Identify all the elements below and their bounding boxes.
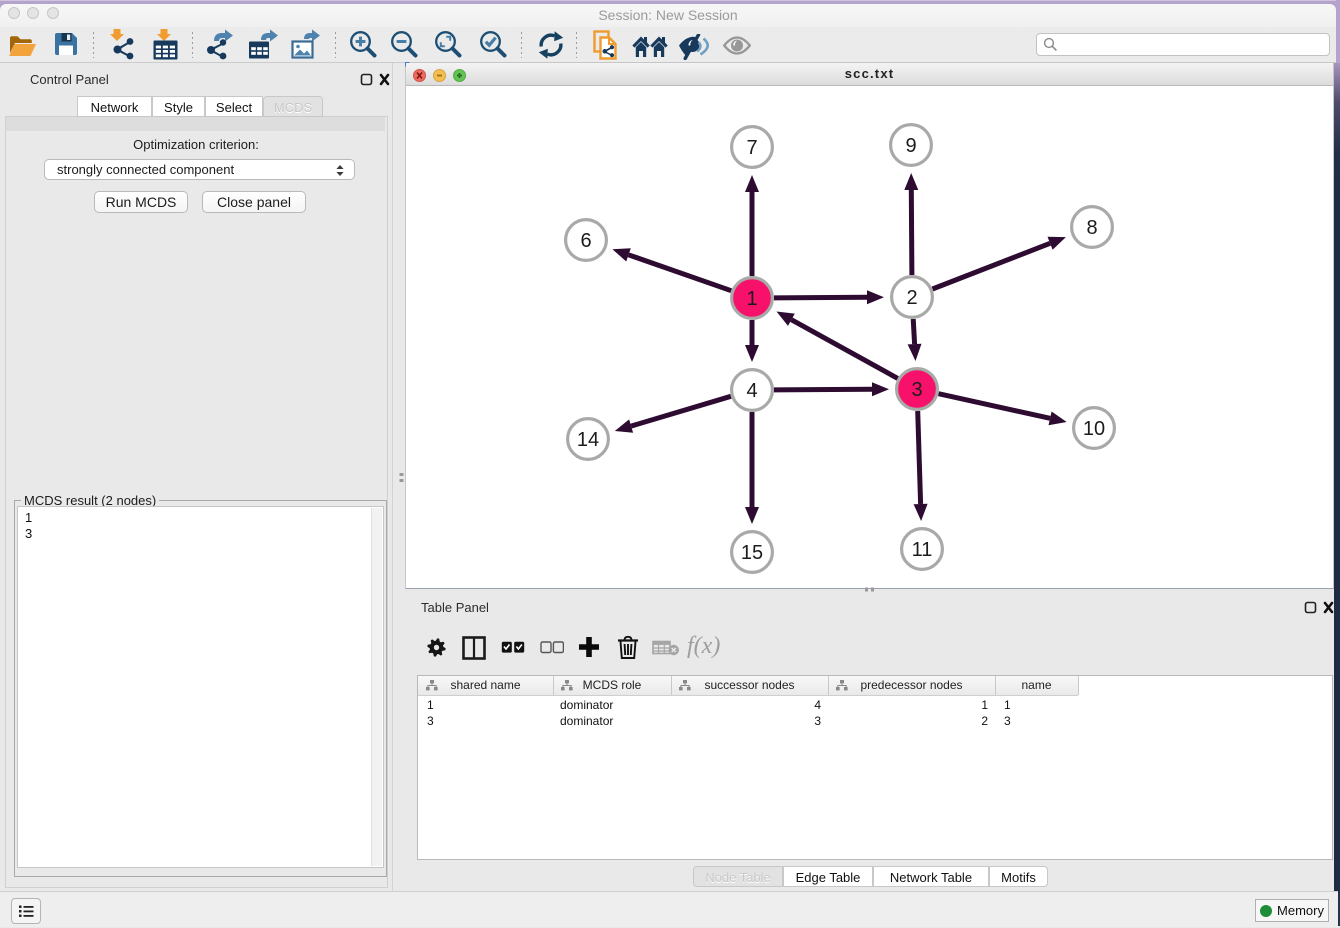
svg-text:11: 11 — [912, 539, 933, 561]
svg-text:10: 10 — [1083, 418, 1105, 440]
svg-text:4: 4 — [746, 380, 757, 402]
svg-text:15: 15 — [741, 542, 763, 564]
svg-text:8: 8 — [1086, 217, 1097, 239]
svg-text:6: 6 — [580, 230, 591, 252]
svg-text:1: 1 — [746, 288, 757, 310]
svg-text:9: 9 — [905, 135, 916, 157]
svg-text:14: 14 — [577, 429, 599, 451]
svg-text:3: 3 — [911, 379, 922, 401]
svg-text:7: 7 — [746, 137, 757, 159]
svg-text:2: 2 — [906, 287, 917, 309]
